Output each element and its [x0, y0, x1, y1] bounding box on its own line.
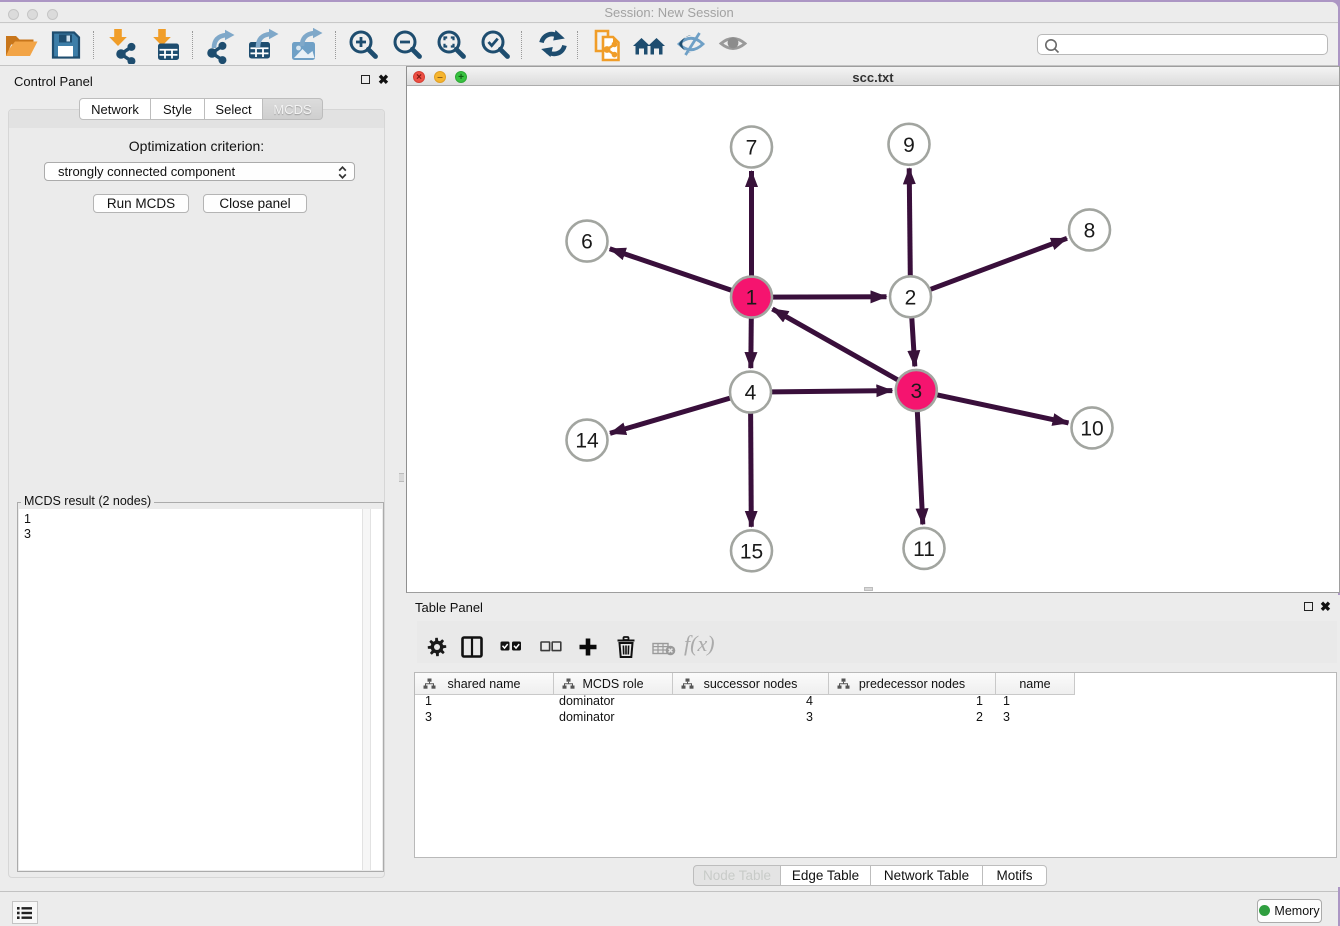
svg-text:8: 8	[1084, 219, 1096, 242]
svg-text:2: 2	[905, 286, 917, 309]
svg-text:9: 9	[903, 134, 915, 157]
svg-text:1: 1	[746, 287, 758, 310]
svg-text:3: 3	[910, 380, 922, 403]
svg-text:4: 4	[745, 382, 757, 405]
svg-text:7: 7	[746, 137, 758, 160]
svg-text:14: 14	[575, 430, 599, 453]
svg-text:11: 11	[913, 538, 935, 561]
svg-text:6: 6	[581, 231, 593, 254]
svg-text:10: 10	[1080, 417, 1103, 440]
svg-text:15: 15	[740, 540, 763, 563]
